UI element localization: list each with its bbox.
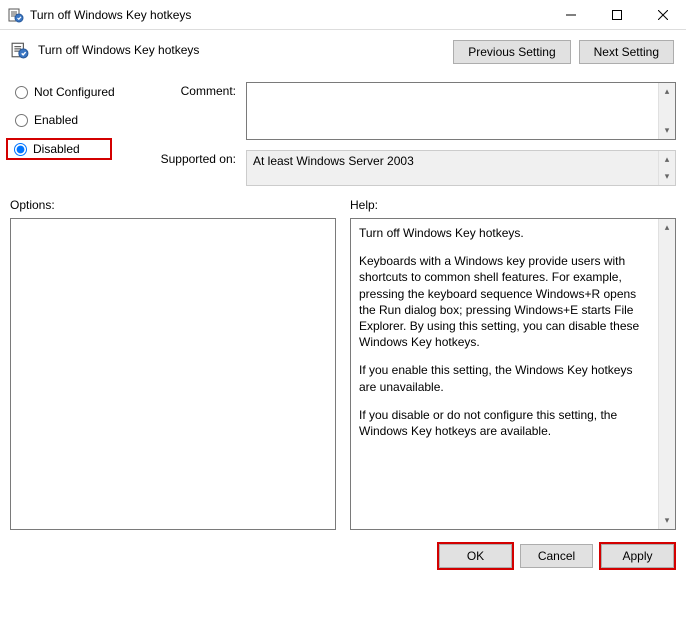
comment-value[interactable] xyxy=(247,83,658,139)
radio-disabled[interactable]: Disabled xyxy=(14,142,80,156)
comment-scrollbar[interactable]: ▴ ▾ xyxy=(658,83,675,139)
apply-button[interactable]: Apply xyxy=(601,544,674,568)
titlebar: Turn off Windows Key hotkeys xyxy=(0,0,686,30)
previous-setting-button[interactable]: Previous Setting xyxy=(453,40,570,64)
policy-title: Turn off Windows Key hotkeys xyxy=(38,43,199,57)
options-label: Options: xyxy=(10,198,336,212)
scroll-down-icon[interactable]: ▾ xyxy=(659,122,675,139)
options-panel xyxy=(10,218,336,530)
help-p4: If you disable or do not configure this … xyxy=(359,407,650,439)
minimize-button[interactable] xyxy=(548,0,594,29)
help-scrollbar[interactable]: ▴ ▾ xyxy=(658,219,675,529)
supported-field: At least Windows Server 2003 ▴ ▾ xyxy=(246,150,676,186)
supported-value: At least Windows Server 2003 xyxy=(247,151,658,185)
window-title: Turn off Windows Key hotkeys xyxy=(30,8,548,22)
scroll-up-icon[interactable]: ▴ xyxy=(659,219,675,236)
supported-label: Supported on: xyxy=(148,150,236,166)
radio-not-configured-label: Not Configured xyxy=(34,85,115,99)
radio-enabled-input[interactable] xyxy=(15,114,28,127)
maximize-button[interactable] xyxy=(594,0,640,29)
help-label: Help: xyxy=(350,198,676,212)
options-content xyxy=(11,219,335,529)
radio-not-configured[interactable]: Not Configured xyxy=(10,82,138,102)
close-button[interactable] xyxy=(640,0,686,29)
help-p1: Turn off Windows Key hotkeys. xyxy=(359,225,650,241)
help-content: Turn off Windows Key hotkeys. Keyboards … xyxy=(351,219,658,529)
radio-not-configured-input[interactable] xyxy=(15,86,28,99)
ok-button[interactable]: OK xyxy=(439,544,512,568)
supported-scrollbar[interactable]: ▴ ▾ xyxy=(658,151,675,185)
radio-disabled-label: Disabled xyxy=(33,142,80,156)
cancel-button[interactable]: Cancel xyxy=(520,544,593,568)
scroll-up-icon[interactable]: ▴ xyxy=(659,83,675,100)
policy-header-icon xyxy=(10,40,30,60)
scroll-down-icon[interactable]: ▾ xyxy=(659,512,675,529)
radio-enabled[interactable]: Enabled xyxy=(10,110,138,130)
next-setting-button[interactable]: Next Setting xyxy=(579,40,674,64)
comment-field[interactable]: ▴ ▾ xyxy=(246,82,676,140)
radio-disabled-input[interactable] xyxy=(14,143,27,156)
radio-enabled-label: Enabled xyxy=(34,113,78,127)
help-p3: If you enable this setting, the Windows … xyxy=(359,362,650,394)
help-panel: Turn off Windows Key hotkeys. Keyboards … xyxy=(350,218,676,530)
comment-label: Comment: xyxy=(148,82,236,98)
policy-icon xyxy=(8,7,24,23)
scroll-up-icon[interactable]: ▴ xyxy=(659,151,675,168)
help-p2: Keyboards with a Windows key provide use… xyxy=(359,253,650,350)
scroll-down-icon[interactable]: ▾ xyxy=(659,168,675,185)
